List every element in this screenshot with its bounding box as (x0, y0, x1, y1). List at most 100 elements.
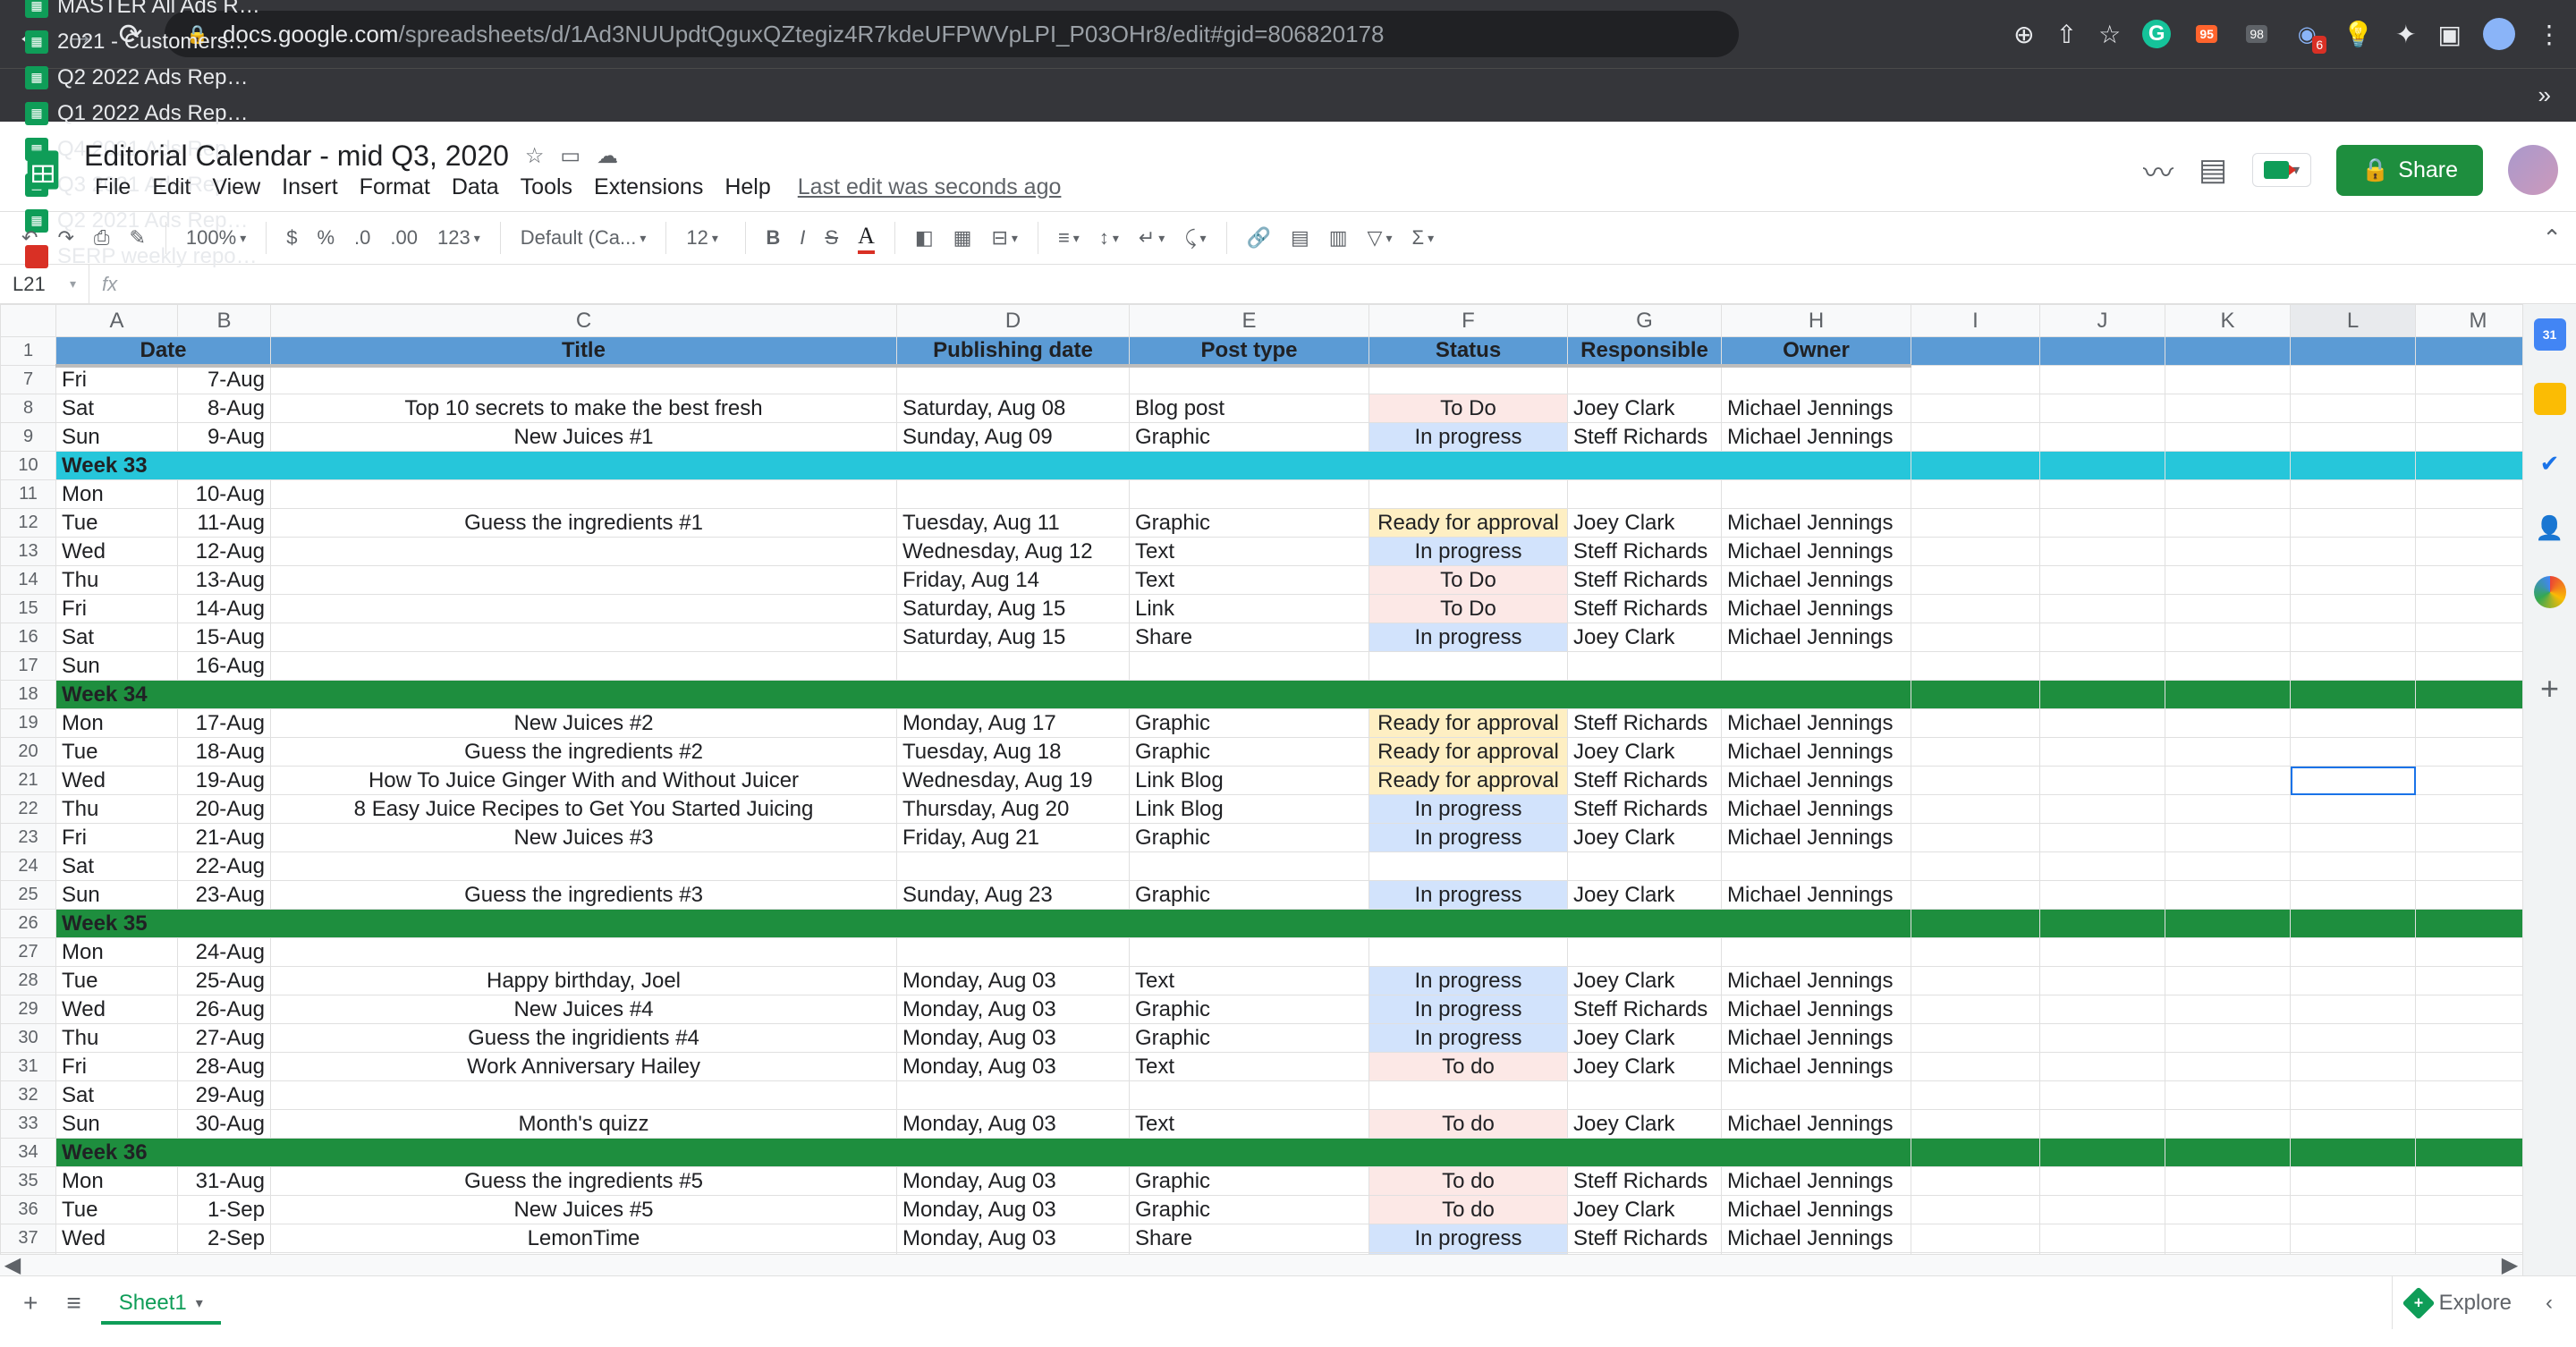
cell-status[interactable]: In progress (1369, 824, 1568, 852)
cell[interactable] (2416, 538, 2523, 566)
cell[interactable] (2040, 938, 2165, 967)
cell[interactable] (1911, 1196, 2040, 1224)
cell[interactable] (1911, 795, 2040, 824)
cell[interactable] (1911, 480, 2040, 509)
cell-responsible[interactable]: Joey Clark (1568, 623, 1722, 652)
cell-posttype[interactable] (1130, 652, 1369, 681)
cell[interactable] (2416, 1053, 2523, 1081)
cell-owner[interactable]: Michael Jennings (1722, 1167, 1911, 1196)
cell-day[interactable]: Tue (56, 1196, 178, 1224)
cell[interactable] (2416, 394, 2523, 423)
cell[interactable] (1911, 366, 2040, 394)
week-row[interactable]: Week 33 (56, 452, 1911, 480)
cell-day[interactable]: Sat (56, 394, 178, 423)
meet-button[interactable]: ▾ (2252, 153, 2311, 187)
cell[interactable] (2416, 509, 2523, 538)
column-header-B[interactable]: B (178, 305, 271, 337)
cell[interactable] (1369, 480, 1568, 509)
cell-day[interactable]: Thu (56, 566, 178, 595)
cell[interactable] (2165, 795, 2291, 824)
cell-date[interactable]: 21-Aug (178, 824, 271, 852)
link-button[interactable]: 🔗 (1240, 221, 1278, 255)
cell-pubdate[interactable]: Friday, Aug 14 (897, 566, 1130, 595)
cell[interactable] (2040, 538, 2165, 566)
cell-posttype[interactable]: Graphic (1130, 824, 1369, 852)
cell-title[interactable]: New Juices #1 (271, 423, 897, 452)
cell-date[interactable]: 2-Sep (178, 1224, 271, 1253)
cell-responsible[interactable]: Joey Clark (1568, 1024, 1722, 1053)
cell-title[interactable]: Top 10 secrets to make the best fresh (271, 394, 897, 423)
cell[interactable] (2416, 623, 2523, 652)
cell-pubdate[interactable]: Monday, Aug 03 (897, 1224, 1130, 1253)
column-header-M[interactable]: M (2416, 305, 2523, 337)
row-header[interactable]: 20 (1, 738, 56, 767)
cell-status[interactable]: To do (1369, 1167, 1568, 1196)
cell[interactable] (2291, 423, 2416, 452)
cell-owner[interactable]: Michael Jennings (1722, 394, 1911, 423)
cell-day[interactable]: Sun (56, 423, 178, 452)
cell-date[interactable]: 12-Aug (178, 538, 271, 566)
cell-status[interactable]: Ready for approval (1369, 738, 1568, 767)
cell[interactable] (2291, 566, 2416, 595)
cell[interactable] (2416, 366, 2523, 394)
grammarly-icon[interactable]: G (2142, 20, 2171, 48)
cell-status[interactable]: In progress (1369, 623, 1568, 652)
cell[interactable] (2291, 767, 2416, 795)
cell-owner[interactable]: Michael Jennings (1722, 623, 1911, 652)
cell[interactable] (1911, 709, 2040, 738)
cell[interactable] (2040, 824, 2165, 852)
cell[interactable] (2416, 738, 2523, 767)
row-header[interactable]: 15 (1, 595, 56, 623)
cell-posttype[interactable]: Link (1130, 595, 1369, 623)
collapse-toolbar-button[interactable]: ⌃ (2542, 224, 2562, 252)
cell[interactable] (1911, 852, 2040, 881)
cell[interactable] (2165, 1224, 2291, 1253)
cell[interactable] (2416, 795, 2523, 824)
cell[interactable] (2291, 480, 2416, 509)
cell-owner[interactable] (1722, 852, 1911, 881)
cell[interactable] (2291, 595, 2416, 623)
cell-date[interactable]: 7-Aug (178, 366, 271, 394)
cell[interactable] (2416, 1110, 2523, 1139)
wrap-button[interactable]: ↵ (1131, 221, 1172, 255)
sheets-logo[interactable] (13, 140, 73, 200)
cell-status[interactable]: In progress (1369, 967, 1568, 995)
cell[interactable] (1911, 423, 2040, 452)
cell[interactable] (2040, 709, 2165, 738)
cell[interactable] (2040, 738, 2165, 767)
cell[interactable] (1911, 1224, 2040, 1253)
cell-title[interactable]: Happy birthday, Joel (271, 967, 897, 995)
cell-responsible[interactable]: Joey Clark (1568, 738, 1722, 767)
row-header[interactable]: 24 (1, 852, 56, 881)
cell[interactable] (2165, 824, 2291, 852)
scroll-right-icon[interactable]: ▶ (2497, 1252, 2522, 1275)
cell-status[interactable]: In progress (1369, 1024, 1568, 1053)
cell[interactable] (2165, 767, 2291, 795)
row-header[interactable]: 23 (1, 824, 56, 852)
format-percent-button[interactable]: % (309, 221, 342, 255)
cell-pubdate[interactable] (897, 480, 1130, 509)
cell[interactable] (1911, 967, 2040, 995)
cell-posttype[interactable]: Link Blog (1130, 795, 1369, 824)
cell-status[interactable]: To do (1369, 1110, 1568, 1139)
cell-title[interactable] (271, 938, 897, 967)
more-formats-button[interactable]: 123 (430, 221, 487, 255)
cell-date[interactable]: 31-Aug (178, 1167, 271, 1196)
cell-day[interactable]: Wed (56, 1224, 178, 1253)
column-header-A[interactable]: A (56, 305, 178, 337)
cell[interactable] (1369, 1081, 1568, 1110)
cell[interactable] (2040, 566, 2165, 595)
font-select[interactable]: Default (Ca... (513, 221, 654, 255)
cell-posttype[interactable] (1130, 852, 1369, 881)
cell[interactable] (2291, 938, 2416, 967)
extension-bulb-icon[interactable]: 💡 (2343, 20, 2374, 49)
cell[interactable] (2416, 1196, 2523, 1224)
cell-pubdate[interactable]: Sunday, Aug 09 (897, 423, 1130, 452)
cell-owner[interactable]: Michael Jennings (1722, 1110, 1911, 1139)
search-icon[interactable]: ⊕ (2013, 20, 2034, 49)
cell-responsible[interactable]: Joey Clark (1568, 1053, 1722, 1081)
cell-day[interactable]: Sat (56, 852, 178, 881)
cell[interactable] (2165, 1196, 2291, 1224)
cell-date[interactable]: 19-Aug (178, 767, 271, 795)
cell-responsible[interactable]: Steff Richards (1568, 423, 1722, 452)
